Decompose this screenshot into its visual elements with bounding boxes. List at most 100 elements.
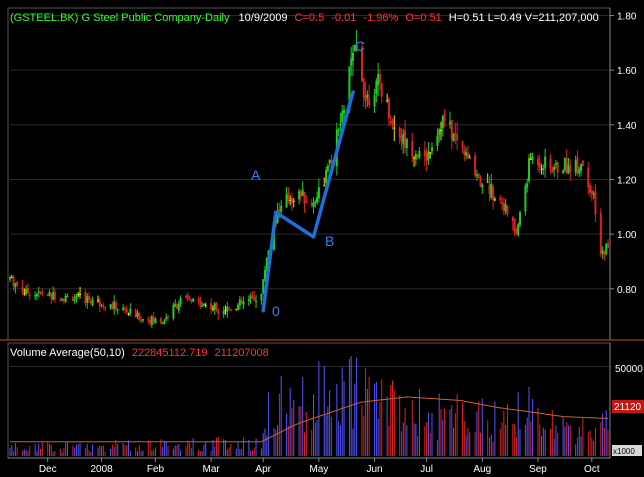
candle-body [493,199,496,201]
candle-body [310,202,313,206]
candle-body [418,151,421,158]
candle-body [301,189,304,196]
candle-body [515,229,518,235]
candle-body [387,98,390,119]
candle-body [565,157,568,174]
candle-body [285,194,288,208]
candle-body [298,191,301,200]
candle-body [86,296,89,303]
candle-body [260,293,263,301]
candle-body [414,153,417,160]
date-tick-label: Jul [420,464,433,475]
candle-body [531,156,534,160]
candle-body [375,80,378,94]
candle-body [176,304,179,309]
candle-body [226,306,229,312]
candle-body [177,303,180,311]
candle-body [249,296,252,299]
candle-body [199,300,202,307]
candle-body [587,167,590,188]
candle-body [436,135,439,147]
candle-body [21,286,24,293]
candle-body [235,309,238,311]
candle-body [61,298,64,301]
candle-body [280,205,283,213]
candle-body [141,318,144,321]
candle-body [224,309,227,311]
candle-body [519,212,522,225]
candle-body [77,294,80,296]
price-tick-label: 1.80 [617,11,637,22]
candle-body [159,318,162,323]
candle-body [574,159,577,173]
candle-body [46,294,49,296]
candle-body [123,308,126,310]
candle-body [125,308,128,313]
candle-body [111,303,114,309]
candle-body [229,309,232,311]
header-change-pct: -1.96% [363,12,398,24]
candle-body [190,299,193,302]
candle-body [405,139,408,148]
date-tick-label: Feb [147,464,165,475]
candle-body [605,244,608,254]
candle-body [138,312,141,321]
candle-body [305,201,308,203]
candle-body [100,304,103,306]
candle-body [50,294,53,299]
candle-body [211,308,214,310]
candle-body [398,128,401,138]
candle-body [98,300,101,306]
candle-body [23,293,26,295]
candle-body [554,162,557,165]
candle-body [34,295,37,297]
candle-body [431,147,434,152]
volume-header: Volume Average(50,10) 222845112.719 2112… [10,347,269,359]
candle-body [499,197,502,201]
candle-body [529,158,532,160]
candle-body [423,149,426,156]
candle-body [71,296,74,301]
candle-body [402,133,405,145]
candle-body [242,301,245,305]
candle-body [14,283,17,288]
price-tick-label: 1.20 [617,175,637,186]
candle-body [479,177,482,187]
candle-body [314,201,317,204]
candle-body [26,287,29,294]
candle-body [377,74,380,85]
candle-body [601,250,604,254]
candle-body [73,299,76,301]
header-close: C=0.5 [295,12,325,24]
candle-body [114,302,117,310]
candle-body [380,83,383,97]
candle-body [542,167,545,170]
candle-body [607,243,609,249]
candle-body [140,319,143,321]
candle-body [240,300,243,304]
candle-body [454,133,457,136]
candle-body [562,170,565,174]
candle-body [501,202,504,205]
candle-body [237,304,240,310]
candle-body [465,152,468,156]
candle-body [184,295,187,297]
candle-body [116,309,119,311]
candle-body [429,152,432,154]
volume-avg-value: 222845112.719 [132,347,208,359]
candle-body [215,303,218,310]
candle-body [316,197,319,203]
volume-label: Volume Average(50,10) [10,347,125,359]
candle-body [197,298,200,301]
candle-body [549,158,552,169]
date-tick-label: Mar [203,464,221,475]
candle-body [461,141,464,148]
candle-body [88,296,91,301]
candle-body [486,181,489,183]
volume-current-badge: 21120 [614,402,642,413]
date-tick-label: Oct [584,464,600,475]
candle-body [569,166,572,173]
candle-body [287,192,290,201]
candle-body [328,159,331,164]
candle-body [59,300,62,302]
